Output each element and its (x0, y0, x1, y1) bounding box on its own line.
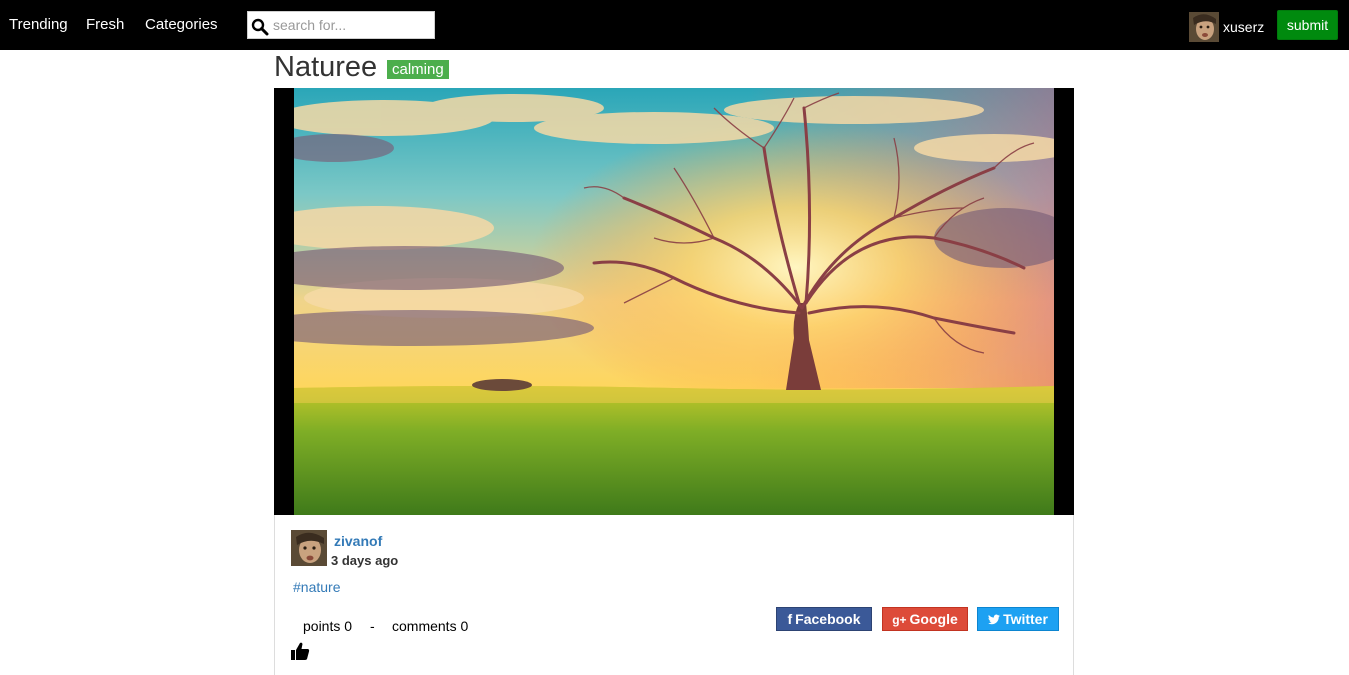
post-timestamp: 3 days ago (331, 553, 399, 568)
share-twitter-label: Twitter (1003, 611, 1048, 627)
stats-separator: - (370, 618, 375, 634)
search-input[interactable] (273, 15, 431, 35)
post-image (294, 88, 1054, 515)
top-navbar: Trending Fresh Categories xuserz submit (0, 0, 1349, 50)
google-plus-icon: g+ (892, 613, 907, 627)
nav-link-categories[interactable]: Categories (145, 16, 218, 34)
points-count: points 0 (303, 618, 353, 634)
username-link[interactable]: xuserz (1223, 19, 1264, 35)
nav-link-fresh[interactable]: Fresh (86, 16, 124, 34)
author-link[interactable]: zivanof (334, 533, 382, 549)
submit-button[interactable]: submit (1277, 10, 1338, 40)
search-icon (251, 18, 269, 36)
category-badge[interactable]: calming (387, 60, 449, 79)
share-google-label: Google (909, 611, 958, 627)
user-avatar[interactable] (1189, 12, 1219, 42)
hashtag-link[interactable]: #nature (293, 579, 340, 595)
facebook-icon: f (787, 611, 793, 627)
share-facebook-button[interactable]: f Facebook (776, 607, 872, 631)
twitter-icon (988, 614, 1001, 625)
share-facebook-label: Facebook (795, 611, 861, 627)
author-avatar[interactable] (291, 530, 327, 566)
nav-link-trending[interactable]: Trending (9, 16, 68, 34)
share-twitter-button[interactable]: Twitter (977, 607, 1059, 631)
thumbs-up-icon[interactable] (290, 641, 310, 661)
post-info-card: zivanof 3 days ago #nature points 0 - co… (274, 515, 1074, 675)
search-box (247, 11, 435, 39)
post-media[interactable] (274, 88, 1074, 515)
comments-count[interactable]: comments 0 (392, 618, 468, 634)
post-title: Naturee (274, 51, 378, 83)
share-google-button[interactable]: g+ Google (882, 607, 968, 631)
